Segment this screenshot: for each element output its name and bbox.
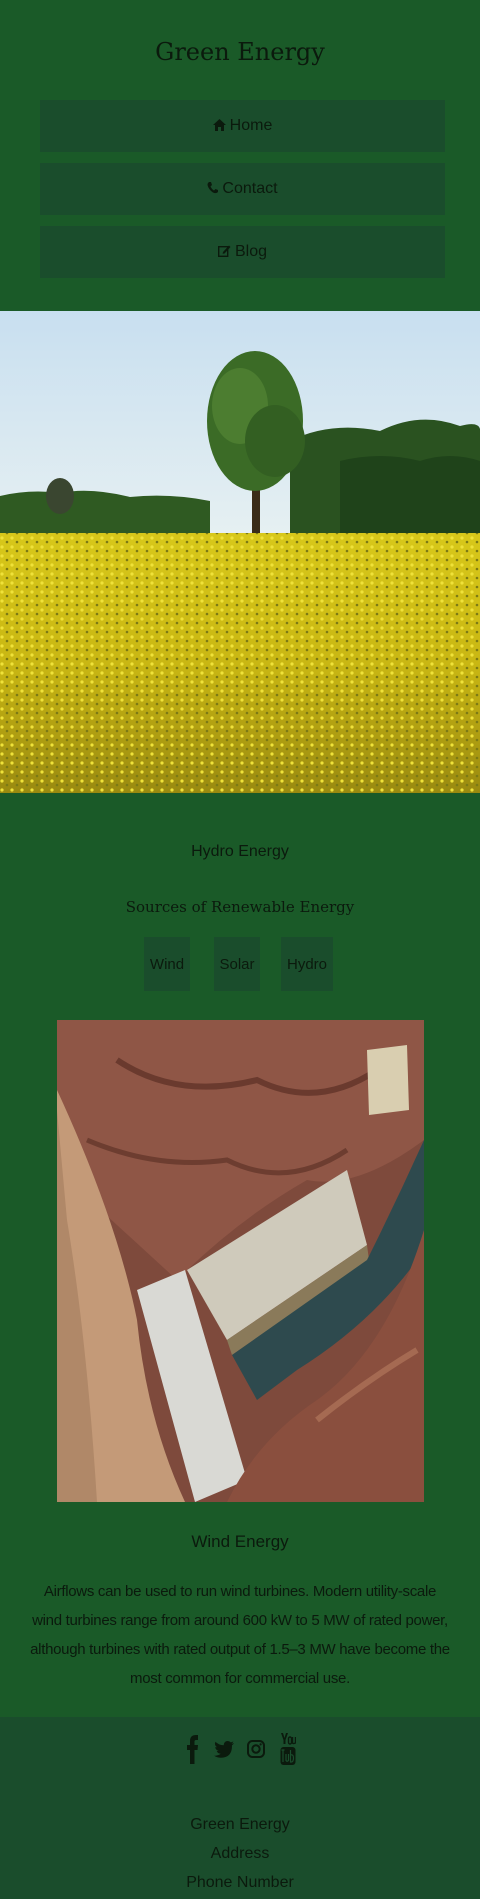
phone-icon <box>207 181 219 197</box>
section-title: Hydro Energy <box>191 843 289 860</box>
nav-contact-button[interactable]: Contact <box>40 163 445 215</box>
solar-button[interactable]: Solar <box>214 937 260 991</box>
instagram-icon[interactable] <box>246 1733 266 1765</box>
nav-contact-label: Contact <box>222 180 278 197</box>
site-footer: Green Energy Address Phone Number <box>0 1717 480 1899</box>
footer-phone: Phone Number <box>186 1874 294 1891</box>
site-title: Green Energy <box>155 38 325 66</box>
nav-home-label: Home <box>229 117 273 134</box>
facebook-icon[interactable] <box>182 1733 202 1765</box>
wind-button[interactable]: Wind <box>144 937 190 991</box>
nav-home-button[interactable]: Home <box>40 100 445 152</box>
wind-energy-text: Airflows can be used to run wind turbine… <box>30 1583 450 1687</box>
site-header: Green Energy Home Contact Blog <box>0 0 480 311</box>
twitter-icon[interactable] <box>214 1733 234 1765</box>
sources-heading: Sources of Renewable Energy <box>125 898 355 916</box>
youtube-icon[interactable] <box>278 1733 298 1765</box>
hydro-dam-image <box>57 1020 424 1502</box>
wind-energy-title: Wind Energy <box>191 1532 289 1551</box>
home-icon <box>212 118 226 134</box>
hero-field-image <box>0 311 480 793</box>
footer-address: Address <box>210 1845 270 1862</box>
hydro-button[interactable]: Hydro <box>281 937 333 991</box>
nav-blog-label: Blog <box>234 243 268 260</box>
nav-blog-button[interactable]: Blog <box>40 226 445 278</box>
footer-name: Green Energy <box>190 1816 290 1833</box>
edit-icon <box>217 244 231 260</box>
social-links <box>0 1733 480 1765</box>
